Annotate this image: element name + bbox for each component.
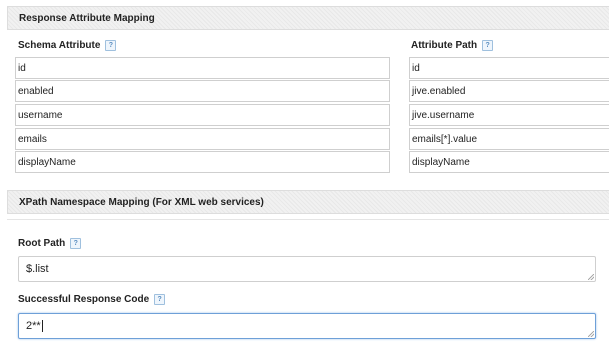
attribute-path-field[interactable]: jive.username — [409, 104, 609, 126]
xpath-mapping-title: XPath Namespace Mapping (For XML web ser… — [19, 196, 264, 208]
help-icon[interactable]: ? — [105, 40, 117, 51]
attribute-path-field[interactable]: displayName — [409, 151, 609, 173]
attribute-path-label: Attribute Path ? — [411, 40, 494, 51]
help-icon[interactable]: ? — [154, 294, 166, 305]
attribute-path-text: Attribute Path — [411, 40, 478, 51]
root-path-input[interactable]: $.list — [18, 256, 596, 282]
schema-attribute-field[interactable]: enabled — [15, 80, 390, 102]
xpath-mapping-header[interactable]: XPath Namespace Mapping (For XML web ser… — [7, 190, 609, 214]
response-code-label: Successful Response Code ? — [18, 294, 166, 305]
schema-attribute-field[interactable]: id — [15, 57, 390, 79]
schema-attribute-field[interactable]: emails — [15, 128, 390, 150]
resize-grip-icon[interactable] — [588, 274, 594, 280]
text-caret — [41, 320, 43, 332]
attribute-path-field[interactable]: id — [409, 57, 609, 79]
resize-grip-icon[interactable] — [588, 331, 594, 337]
response-mapping-title: Response Attribute Mapping — [19, 12, 155, 24]
schema-attribute-field[interactable]: displayName — [15, 151, 390, 173]
schema-attribute-text: Schema Attribute — [18, 40, 101, 51]
response-code-input[interactable]: 2** — [18, 313, 596, 339]
help-icon[interactable]: ? — [482, 40, 494, 51]
response-code-text: Successful Response Code — [18, 294, 150, 305]
response-code-value: 2** — [26, 320, 41, 332]
response-mapping-header: Response Attribute Mapping — [7, 6, 609, 30]
root-path-text: Root Path — [18, 238, 66, 249]
schema-attribute-field[interactable]: username — [15, 104, 390, 126]
root-path-label: Root Path ? — [18, 238, 82, 249]
attribute-path-field[interactable]: jive.enabled — [409, 80, 609, 102]
schema-attribute-label: Schema Attribute ? — [18, 40, 117, 51]
attribute-path-field[interactable]: emails[*].value — [409, 128, 609, 150]
section-divider — [7, 219, 609, 220]
help-icon[interactable]: ? — [70, 238, 82, 249]
root-path-value: $.list — [26, 263, 49, 275]
